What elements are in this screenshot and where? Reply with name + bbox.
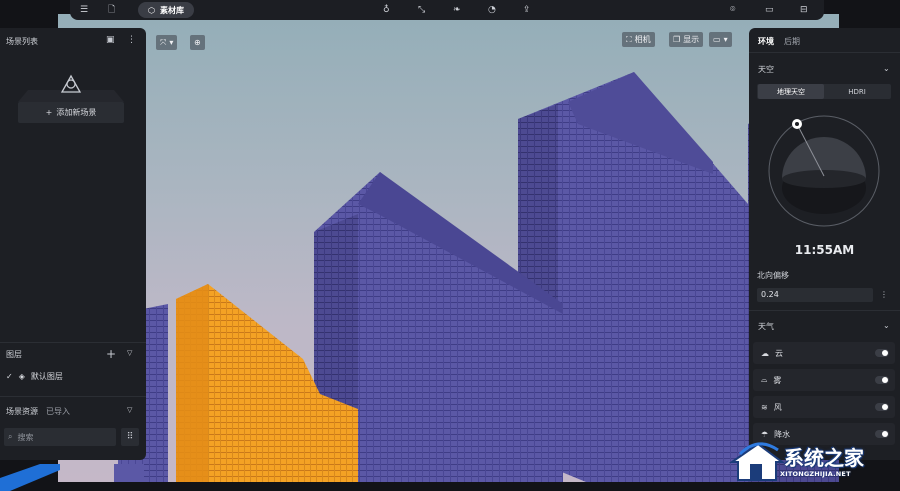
divider [749, 52, 900, 53]
layer-row-default[interactable]: ✓ ◈ 默认图层 [6, 371, 63, 382]
menu-button[interactable]: ☰ [80, 2, 88, 18]
grid-view-button[interactable]: ⠿ [121, 428, 139, 446]
weather-label: 云 [775, 348, 783, 358]
transform-mode-dropdown[interactable]: ⤧ ▾ [156, 35, 178, 50]
north-offset-input[interactable]: 0.24 [757, 288, 873, 302]
fog-icon: ⌓ [761, 375, 768, 384]
weather-label: 风 [773, 402, 782, 412]
fog-toggle[interactable] [875, 376, 889, 384]
tab-post[interactable]: 后期 [784, 36, 800, 47]
grid-icon: ⠿ [126, 432, 134, 442]
monitor-icon: ▭ [713, 35, 721, 44]
chevron-down-icon[interactable]: ⌄ [883, 64, 890, 73]
screenshot-button[interactable]: ⌾ [730, 2, 735, 18]
search-icon: ⌕ [8, 432, 13, 441]
layers-title: 图层 [6, 350, 22, 359]
wind-toggle[interactable] [875, 403, 889, 411]
right-panel: 环境 后期 天空 ⌄ 地理天空 HDRI 11:55AM 北向偏移 0.24 ⋮… [749, 28, 900, 460]
more-options-icon[interactable]: ⋮ [127, 35, 136, 45]
display-icon: ❐ [673, 35, 681, 44]
sun-position-dial[interactable] [767, 114, 881, 228]
house-logo-icon [728, 442, 784, 481]
export-icon: ⇪ [523, 5, 531, 15]
weather-section-title: 天气 [758, 322, 774, 331]
search-placeholder: 搜索 [17, 432, 34, 442]
add-scene-button[interactable]: + 添加新场景 [18, 102, 124, 123]
cloud-toggle[interactable] [875, 349, 889, 357]
watermark-url: XITONGZHIJIA.NET [780, 470, 851, 478]
divider [0, 342, 146, 343]
site-watermark: 系统之家 XITONGZHIJIA.NET [722, 436, 900, 491]
divider [0, 396, 146, 397]
video-icon: ▭ [765, 5, 774, 15]
layer-label: 默认图层 [30, 372, 63, 381]
view-options-dropdown[interactable]: ▭ ▾ [709, 32, 732, 47]
video-button[interactable]: ▭ [765, 2, 774, 18]
3d-viewport[interactable]: ⤧ ▾ ⊕ ⛶ 相机 ❐ 显示 ▭ ▾ [58, 14, 839, 482]
menu-icon: ☰ [80, 5, 89, 15]
display-button[interactable]: ❐ 显示 [669, 32, 704, 47]
library-label: 素材库 [159, 5, 184, 15]
chevron-down-icon[interactable]: ⌄ [883, 321, 890, 330]
chevron-down-icon[interactable]: ▽ [127, 406, 132, 414]
timer-icon: ◔ [488, 5, 496, 15]
weather-label: 雾 [773, 375, 782, 385]
camera-label: 相机 [634, 35, 651, 44]
export-button[interactable]: ⇪ [523, 2, 531, 18]
display-label: 显示 [683, 35, 700, 44]
weather-row-fog: ⌓ 雾 [753, 369, 895, 391]
top-toolbar: ☰ 🗋 ⬡ 素材库 ♁ ⤡ ❧ ◔ ⇪ ⌾ ▭ ⊟ [70, 0, 824, 20]
scene-list-title: 场景列表 [6, 37, 38, 46]
sky-mode-geo[interactable]: 地理天空 [758, 84, 824, 99]
search-input[interactable]: ⌕ 搜索 [4, 428, 116, 446]
bulb-icon: ♁ [383, 5, 390, 15]
path-icon: ⤡ [418, 5, 426, 15]
north-offset-label: 北向偏移 [757, 271, 789, 280]
file-icon: 🗋 [108, 5, 116, 15]
camera-frame-icon: ⛶ [626, 34, 632, 44]
more-options-icon[interactable]: ⋮ [880, 290, 888, 299]
weather-row-wind: ≋ 风 [753, 396, 895, 418]
chevron-down-icon: ▾ [723, 35, 728, 44]
watermark-brand: 系统之家 [784, 446, 864, 470]
path-button[interactable]: ⤡ [418, 2, 425, 18]
camera-icon: ⌾ [730, 5, 736, 15]
scene-import-icon[interactable]: ▣ [106, 35, 115, 45]
weather-row-cloud: ☁ 云 [753, 342, 895, 364]
chevron-down-icon: ▾ [169, 38, 174, 47]
desktop-wallpaper-ribbon [0, 464, 60, 491]
animation-button[interactable]: ◔ [488, 2, 496, 18]
camera-button[interactable]: ⛶ 相机 [622, 32, 655, 47]
light-button[interactable]: ♁ [383, 2, 390, 18]
vegetation-button[interactable]: ❧ [453, 2, 461, 18]
sky-section-title: 天空 [758, 65, 774, 74]
layers-icon: ◈ [18, 372, 25, 381]
chevron-down-icon[interactable]: ▽ [127, 349, 132, 357]
tab-environment[interactable]: 环境 [758, 36, 774, 47]
check-icon: ✓ [6, 372, 13, 381]
save-icon: ⊟ [800, 5, 808, 15]
file-button[interactable]: 🗋 [108, 2, 115, 18]
left-panel: 场景列表 ▣ ⋮ + 添加新场景 图层 + ▽ ✓ ◈ 默认图层 场景资源 已导… [0, 28, 146, 460]
sky-mode-hdri[interactable]: HDRI [824, 84, 890, 99]
library-button[interactable]: ⬡ 素材库 [138, 2, 194, 18]
assets-title[interactable]: 场景资源 [6, 406, 38, 417]
leaf-icon: ❧ [453, 5, 461, 15]
add-layer-icon[interactable]: + [106, 347, 116, 361]
wind-icon: ≋ [761, 402, 768, 412]
cube-icon: ⬡ [148, 5, 155, 15]
save-button[interactable]: ⊟ [800, 2, 808, 18]
plus-icon: + [45, 108, 53, 117]
pivot-icon: ⊕ [194, 38, 201, 47]
time-of-day: 11:55AM [794, 243, 855, 257]
cloud-icon: ☁ [761, 348, 769, 358]
imported-tab[interactable]: 已导入 [46, 406, 70, 417]
building-scene-render [114, 72, 839, 482]
empty-scene-illustration [18, 74, 124, 102]
axis-icon: ⤧ [160, 37, 167, 47]
add-scene-label: 添加新场景 [56, 108, 97, 117]
pivot-button[interactable]: ⊕ [190, 35, 205, 50]
divider [749, 310, 900, 311]
